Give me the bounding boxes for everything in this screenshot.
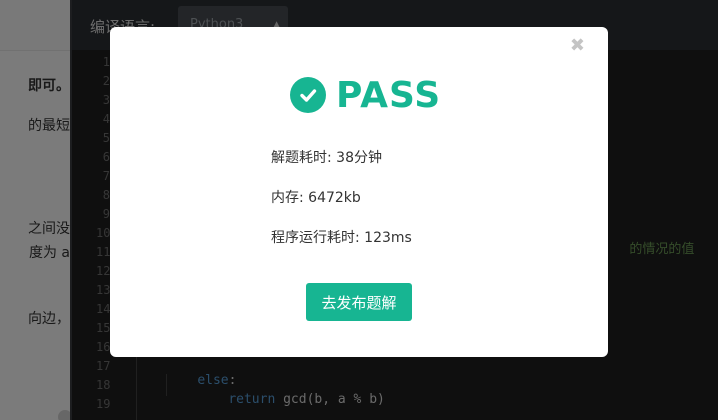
stat-label: 内存: — [271, 190, 309, 206]
stat-value: 6472kb — [308, 190, 361, 206]
stat-value: 123ms — [364, 230, 412, 246]
result-header: PASS — [290, 74, 442, 116]
publish-solution-button[interactable]: 去发布题解 — [306, 283, 412, 321]
stat-value: 38分钟 — [336, 150, 382, 166]
stat-label: 程序运行耗时: — [271, 230, 365, 246]
result-status: PASS — [336, 74, 442, 116]
stat-solve-time: 解题耗时: 38分钟 — [271, 147, 382, 167]
stat-label: 解题耗时: — [271, 150, 337, 166]
close-icon[interactable]: ✖ — [570, 36, 585, 56]
stat-memory: 内存: 6472kb — [271, 187, 361, 207]
check-circle-icon — [290, 77, 326, 113]
stat-runtime: 程序运行耗时: 123ms — [271, 227, 412, 247]
result-dialog: ✖ PASS 解题耗时: 38分钟 内存: 6472kb 程序运行耗时: 123… — [110, 27, 608, 357]
